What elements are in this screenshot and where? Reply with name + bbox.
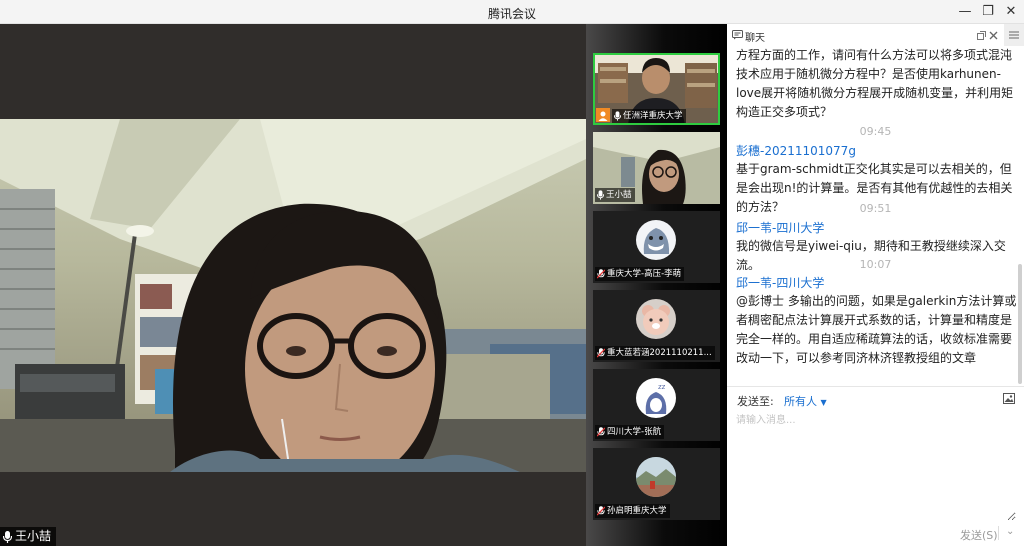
chat-message-text: 方程方面的工作，请问有什么方法可以将多项式混沌技术应用于随机微分方程中？是否使用… (736, 48, 1014, 119)
avatar: zz (636, 378, 676, 418)
chat-sender[interactable]: 彭穗-20211101077g (736, 142, 856, 159)
avatar (636, 457, 676, 497)
microphone-icon (597, 190, 604, 200)
restore-button[interactable]: ❐ (977, 3, 999, 21)
send-to-label: 发送至: (737, 395, 774, 408)
participant-name: 四川大学-张航 (607, 427, 662, 437)
host-badge-icon (596, 108, 610, 122)
chat-timestamp: 10:07 (859, 258, 892, 271)
microphone-muted-icon (597, 427, 605, 437)
svg-text:zz: zz (658, 383, 666, 391)
chat-sender[interactable]: 邱一苇-四川大学 (736, 219, 824, 236)
minimize-button[interactable]: — (954, 3, 976, 21)
main-speaker-name: 王小喆 (15, 529, 52, 543)
chat-message-text: @彭博士 多输出的问题，如果是galerkin方法计算或者稠密配点法计算展开式系… (736, 294, 1017, 365)
chat-timestamp: 09:51 (859, 202, 892, 215)
participant-name: 重庆大学-高压-李萌 (607, 269, 682, 279)
microphone-muted-icon (597, 269, 605, 279)
chat-panel: 聊天 方程方面的工作，请问有什么方法可以将多项式混沌技术应用于随机微分方程中？是… (727, 24, 1024, 546)
image-icon[interactable] (1003, 393, 1015, 404)
chat-title: 聊天 (745, 33, 765, 44)
participant-strip[interactable]: 任洲洋重庆大学 王小喆 重庆大学-高压-李萌 重大蓝若涵2021110211..… (586, 24, 727, 546)
recipient-value: 所有人 (784, 395, 817, 408)
send-button-label: 发送(S) (960, 529, 998, 542)
main-speaker-video (0, 119, 586, 472)
chat-header: 聊天 (727, 24, 1024, 46)
divider (998, 526, 999, 540)
cartoon-avatar-icon: zz (645, 383, 667, 414)
participant-name: 重大蓝若涵2021110211... (607, 348, 712, 358)
main-video-stage[interactable]: 王小喆 (0, 24, 586, 546)
microphone-muted-icon (597, 506, 605, 516)
microphone-muted-icon (597, 348, 605, 358)
participant-label: 孙启明重庆大学 (595, 504, 670, 518)
chat-sender[interactable]: 邱一苇-四川大学 (736, 274, 824, 291)
microphone-icon (3, 530, 12, 543)
chat-bubble-icon (732, 30, 743, 40)
participant-label: 任洲洋重庆大学 (612, 109, 686, 123)
participant-name: 孙启明重庆大学 (607, 506, 667, 516)
participant-tile[interactable]: 孙启明重庆大学 (593, 448, 720, 520)
participant-tile[interactable]: 重庆大学-高压-李萌 (593, 211, 720, 283)
avatar (636, 299, 676, 339)
chat-menu-button[interactable] (1004, 24, 1024, 46)
menu-icon (1009, 31, 1019, 39)
participant-tile[interactable]: 王小喆 (593, 132, 720, 204)
participant-tile[interactable]: 任洲洋重庆大学 (593, 53, 720, 125)
participant-label: 重大蓝若涵2021110211... (595, 346, 715, 360)
participant-tile[interactable]: zz 四川大学-张航 (593, 369, 720, 441)
participant-label: 重庆大学-高压-李萌 (595, 267, 685, 281)
participant-tile[interactable]: 重大蓝若涵2021110211... (593, 290, 720, 362)
close-button[interactable]: ✕ (1000, 3, 1022, 21)
meeting-window: 腾讯会议 — ❐ ✕ 王小喆 任洲洋重庆大学 王小喆 重庆大学-高压-李萌 重大… (0, 0, 1024, 546)
send-button[interactable]: 发送(S) (960, 527, 998, 543)
chat-scrollbar[interactable] (1018, 264, 1022, 384)
divider (727, 386, 1024, 387)
close-chat-icon[interactable] (989, 31, 998, 40)
participant-label: 四川大学-张航 (595, 425, 665, 439)
send-options-chevron-icon[interactable]: ⌄ (1006, 526, 1014, 537)
microphone-icon (614, 111, 621, 121)
shark-avatar-icon (643, 228, 670, 254)
landscape-avatar-icon (636, 457, 676, 497)
title-bar: 腾讯会议 — ❐ ✕ (0, 0, 1024, 24)
popout-icon[interactable] (977, 31, 986, 40)
window-title: 腾讯会议 (487, 7, 536, 21)
participant-name: 任洲洋重庆大学 (623, 111, 683, 121)
recipient-dropdown[interactable]: 所有人 ▼ (784, 393, 827, 409)
main-speaker-label: 王小喆 (0, 527, 57, 546)
bear-avatar-icon (642, 305, 670, 335)
participant-label: 王小喆 (595, 188, 635, 202)
participant-name: 王小喆 (606, 190, 632, 200)
avatar (636, 220, 676, 260)
video-frame (0, 119, 586, 472)
chat-timestamp: 09:45 (859, 125, 892, 138)
chat-message-list[interactable]: 方程方面的工作，请问有什么方法可以将多项式混沌技术应用于随机微分方程中？是否使用… (727, 46, 1017, 386)
caret-down-icon: ▼ (820, 398, 827, 407)
chat-message-input[interactable] (736, 411, 1016, 521)
